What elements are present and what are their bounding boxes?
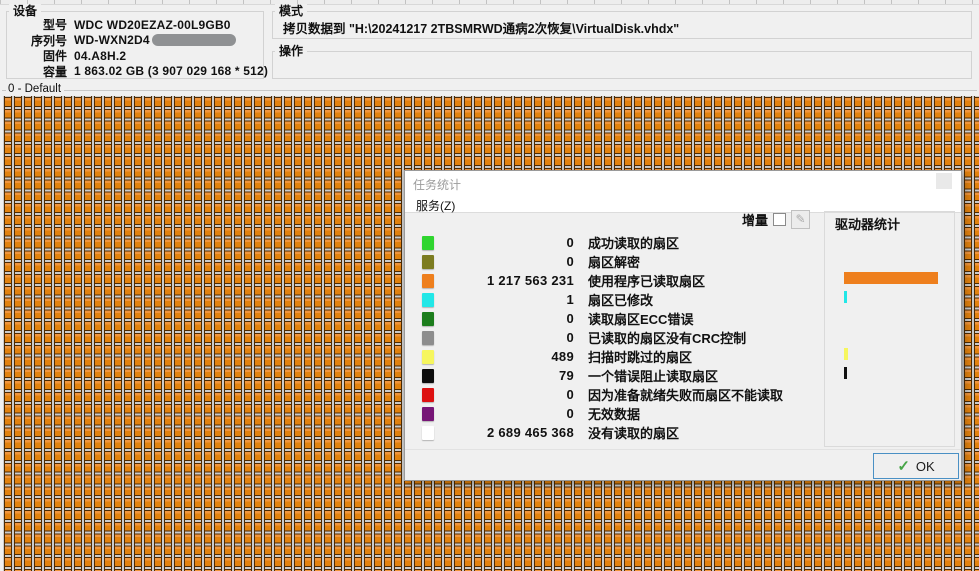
stat-row-no-crc: 0 已读取的扇区没有CRC控制 bbox=[422, 328, 746, 347]
stat-row-unread: 2 689 465 368 没有读取的扇区 bbox=[422, 423, 679, 442]
operation-group-title: 操作 bbox=[275, 44, 307, 58]
task-statistics-dialog: 任务统计 服务(Z) 增量 ✎ 0 成功读取的扇区 0 扇区解密 1 217 5… bbox=[404, 170, 962, 481]
recovery-app-window: 设备 型号 WDC WD20EZAZ-00L9GB0 序列号 WD-WXN2D4… bbox=[0, 0, 979, 571]
stat-row-not-ready: 0 因为准备就绪失败而扇区不能读取 bbox=[422, 385, 783, 404]
menu-item-service[interactable]: 服务(Z) bbox=[413, 196, 458, 215]
swatch-darkgreen bbox=[422, 312, 434, 326]
chart-bar-modified bbox=[844, 291, 847, 303]
check-icon: ✓ bbox=[897, 459, 910, 474]
dialog-footer-separator bbox=[405, 449, 961, 450]
stat-row-ecc-error: 0 读取扇区ECC错误 bbox=[422, 309, 693, 328]
stat-row-decrypted: 0 扇区解密 bbox=[422, 252, 640, 271]
chart-bar-program-read bbox=[844, 272, 938, 284]
swatch-olive bbox=[422, 255, 434, 269]
stat-row-read-ok: 0 成功读取的扇区 bbox=[422, 233, 679, 252]
increment-label: 增量 bbox=[742, 210, 768, 229]
redaction-blob bbox=[152, 34, 236, 46]
swatch-cyan bbox=[422, 293, 434, 307]
device-group: 设备 型号 WDC WD20EZAZ-00L9GB0 序列号 WD-WXN2D4… bbox=[6, 11, 264, 79]
swatch-green bbox=[422, 236, 434, 250]
chart-bar-error-blocked bbox=[844, 367, 847, 379]
swatch-orange bbox=[422, 274, 434, 288]
chart-bar-skipped bbox=[844, 348, 848, 360]
top-ruler-strip bbox=[0, 0, 979, 5]
device-fields: 型号 WDC WD20EZAZ-00L9GB0 序列号 WD-WXN2D4 固件… bbox=[9, 17, 268, 79]
stat-row-modified: 1 扇区已修改 bbox=[422, 290, 653, 309]
pencil-icon[interactable]: ✎ bbox=[791, 210, 810, 229]
swatch-yellow bbox=[422, 350, 434, 364]
drive-statistics-panel: 驱动器统计 bbox=[824, 211, 955, 447]
dialog-titlebar[interactable]: 任务统计 bbox=[405, 171, 961, 195]
map-title: 0 - Default bbox=[8, 83, 61, 95]
stat-row-skipped: 489 扫描时跳过的扇区 bbox=[422, 347, 692, 366]
drive-statistics-title: 驱动器统计 bbox=[835, 214, 900, 233]
mode-group: 模式 拷贝数据到 "H:\20241217 2TBSMRWD通病2次恢复\Vir… bbox=[272, 11, 972, 39]
map-legend-line-left bbox=[2, 90, 6, 91]
stat-row-invalid-data: 0 无效数据 bbox=[422, 404, 640, 423]
ok-button[interactable]: ✓ OK bbox=[873, 453, 959, 479]
increment-checkbox[interactable] bbox=[773, 213, 786, 226]
dialog-title: 任务统计 bbox=[413, 176, 461, 193]
stat-row-error-blocked: 79 一个错误阻止读取扇区 bbox=[422, 366, 718, 385]
device-field-model: 型号 WDC WD20EZAZ-00L9GB0 bbox=[9, 17, 268, 33]
stat-row-program-read: 1 217 563 231 使用程序已读取扇区 bbox=[422, 271, 705, 290]
device-field-firmware: 固件 04.A8H.2 bbox=[9, 48, 268, 64]
increment-controls: 增量 ✎ bbox=[742, 210, 810, 229]
swatch-red bbox=[422, 388, 434, 402]
device-field-capacity: 容量 1 863.02 GB (3 907 029 168 * 512) bbox=[9, 64, 268, 80]
ok-button-label: OK bbox=[916, 459, 935, 474]
copy-target-path: 拷贝数据到 "H:\20241217 2TBSMRWD通病2次恢复\Virtua… bbox=[283, 18, 679, 37]
swatch-gray bbox=[422, 331, 434, 345]
swatch-black bbox=[422, 369, 434, 383]
mode-group-title: 模式 bbox=[275, 4, 307, 18]
close-icon[interactable] bbox=[936, 173, 952, 189]
operation-group: 操作 bbox=[272, 51, 972, 79]
swatch-white bbox=[422, 426, 434, 440]
swatch-purple bbox=[422, 407, 434, 421]
device-field-serial: 序列号 WD-WXN2D4 bbox=[9, 33, 268, 49]
map-legend-line-right bbox=[64, 90, 977, 91]
